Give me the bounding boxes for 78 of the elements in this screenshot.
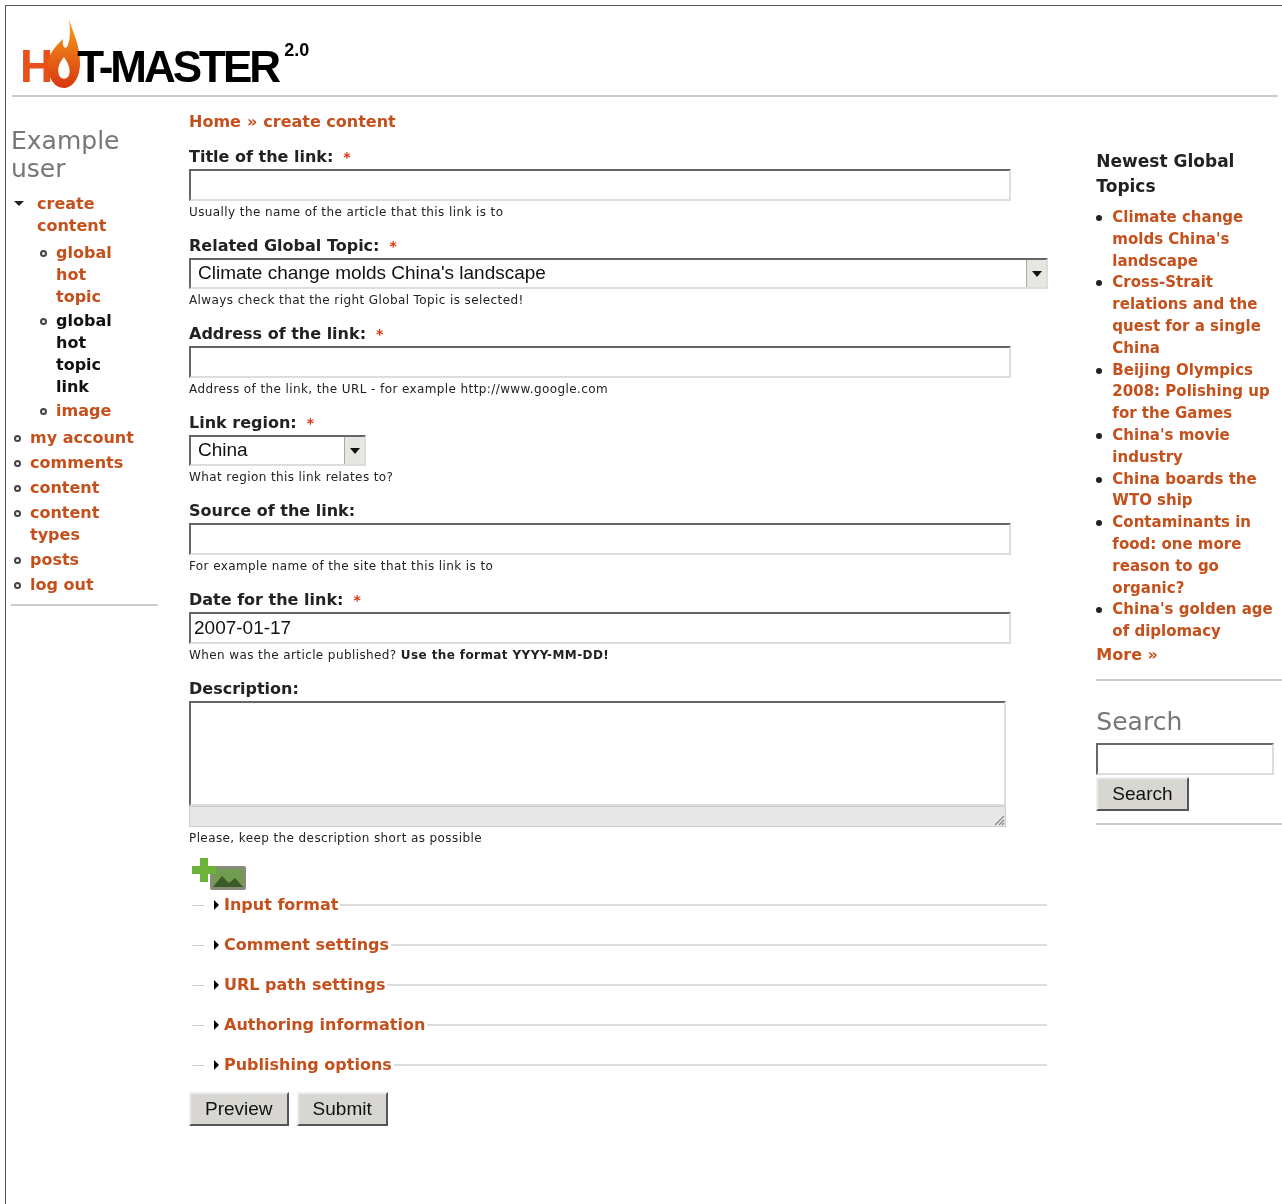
required-marker: * [389, 237, 397, 256]
field-description: What region this link relates to? [189, 469, 395, 485]
field-label: Description: [189, 679, 299, 699]
search-button[interactable]: Search [1096, 776, 1189, 811]
topic-link[interactable]: China's golden age of diplomacy [1112, 599, 1282, 643]
resize-handle-icon[interactable] [993, 814, 1005, 826]
bullet-icon [1096, 367, 1103, 374]
add-image-icon[interactable] [192, 856, 248, 892]
topic-link[interactable]: China boards the WTO ship [1112, 468, 1282, 513]
required-marker: * [376, 325, 384, 344]
field-description: Please, keep the description short as possible [189, 830, 483, 846]
required-marker: * [306, 414, 315, 433]
bullet-icon [1096, 280, 1103, 287]
more-link[interactable]: More » [1096, 642, 1282, 667]
text-field[interactable] [189, 169, 1011, 201]
topic-link[interactable]: Cross-Strait relations and the quest for a single China [1112, 272, 1282, 360]
menu-link[interactable]: content [30, 477, 138, 499]
bullet-icon [1096, 607, 1103, 614]
bullet-icon [14, 435, 21, 442]
bullet-icon [1096, 520, 1103, 527]
bullet-icon [1096, 432, 1103, 439]
bullet-icon [14, 460, 21, 467]
fieldset-toggle[interactable]: Comment settings [214, 934, 390, 956]
field-label: Address of the link: [189, 324, 367, 344]
block-title: Example user [11, 127, 121, 183]
text-field[interactable] [189, 346, 1011, 378]
required-marker: * [353, 591, 361, 610]
resize-grip[interactable] [189, 806, 1006, 827]
form-button[interactable]: Preview [189, 1092, 289, 1126]
menu-link[interactable]: log out [30, 574, 138, 596]
menu-link[interactable]: comments [30, 452, 138, 474]
menu-link[interactable]: image [56, 400, 128, 422]
menu-link[interactable]: my account [30, 427, 138, 449]
bullet-icon [40, 408, 47, 415]
bullet-icon [40, 250, 47, 257]
breadcrumb-link[interactable]: create content [263, 111, 396, 133]
dropdown[interactable]: China [189, 435, 366, 466]
breadcrumb-separator: » [246, 111, 258, 133]
search-field[interactable] [1096, 742, 1275, 775]
text-field[interactable] [189, 523, 1011, 555]
fieldset-toggle[interactable]: Authoring information [214, 1014, 426, 1036]
menu-link[interactable]: global hot topic [56, 242, 128, 308]
logo-text: H [20, 43, 52, 89]
bullet-icon [40, 318, 47, 325]
menu-link[interactable]: posts [30, 549, 138, 571]
version-label: 2.0 [284, 39, 310, 62]
field-label: Date for the link: [189, 590, 344, 610]
field-description: When was the article published? Use the format YYYY-MM-DD! [189, 647, 611, 663]
fieldset-toggle[interactable]: URL path settings [214, 974, 386, 996]
bullet-icon [14, 485, 21, 492]
topic-link[interactable]: Climate change molds China's landscape [1112, 207, 1282, 273]
field-description: For example name of the site that this link is to [189, 558, 495, 574]
field-description: Address of the link, the URL - for example http://www.google.com [189, 381, 609, 397]
fieldset-toggle[interactable]: Input format [214, 894, 339, 916]
field-label: Source of the link: [189, 501, 356, 521]
menu-link[interactable]: global hot topic link [56, 310, 128, 398]
topic-link[interactable]: Beijing Olympics 2008: Polishing up for the Games [1112, 359, 1282, 425]
fieldset-toggle[interactable]: Publishing options [214, 1054, 392, 1076]
field-label: Link region: [189, 413, 297, 433]
bullet-icon [1096, 215, 1103, 221]
field-label: Title of the link: [189, 147, 334, 167]
text-field[interactable]: 2007-01-17 [189, 612, 1011, 644]
field-description: Always check that the right Global Topic is selected! [189, 292, 525, 308]
topic-link[interactable]: China's movie industry [1112, 424, 1282, 469]
dropdown[interactable]: Climate change molds China's landscape [189, 258, 1048, 289]
bullet-icon [14, 557, 21, 564]
topic-link[interactable]: Contaminants in food: one more reason to go organic? [1112, 512, 1282, 600]
text-area[interactable] [189, 701, 1006, 806]
required-marker: * [343, 148, 351, 167]
field-label: Related Global Topic: [189, 236, 380, 256]
field-description: Usually the name of the article that this link is to [189, 204, 505, 220]
breadcrumb-link[interactable]: Home [189, 111, 241, 133]
form-button[interactable]: Submit [296, 1092, 388, 1126]
block-title: Search [1096, 706, 1184, 737]
bullet-icon [1096, 476, 1103, 483]
block-title: Newest Global Topics [1096, 150, 1236, 198]
bullet-icon [14, 582, 21, 589]
bullet-icon [14, 510, 21, 517]
